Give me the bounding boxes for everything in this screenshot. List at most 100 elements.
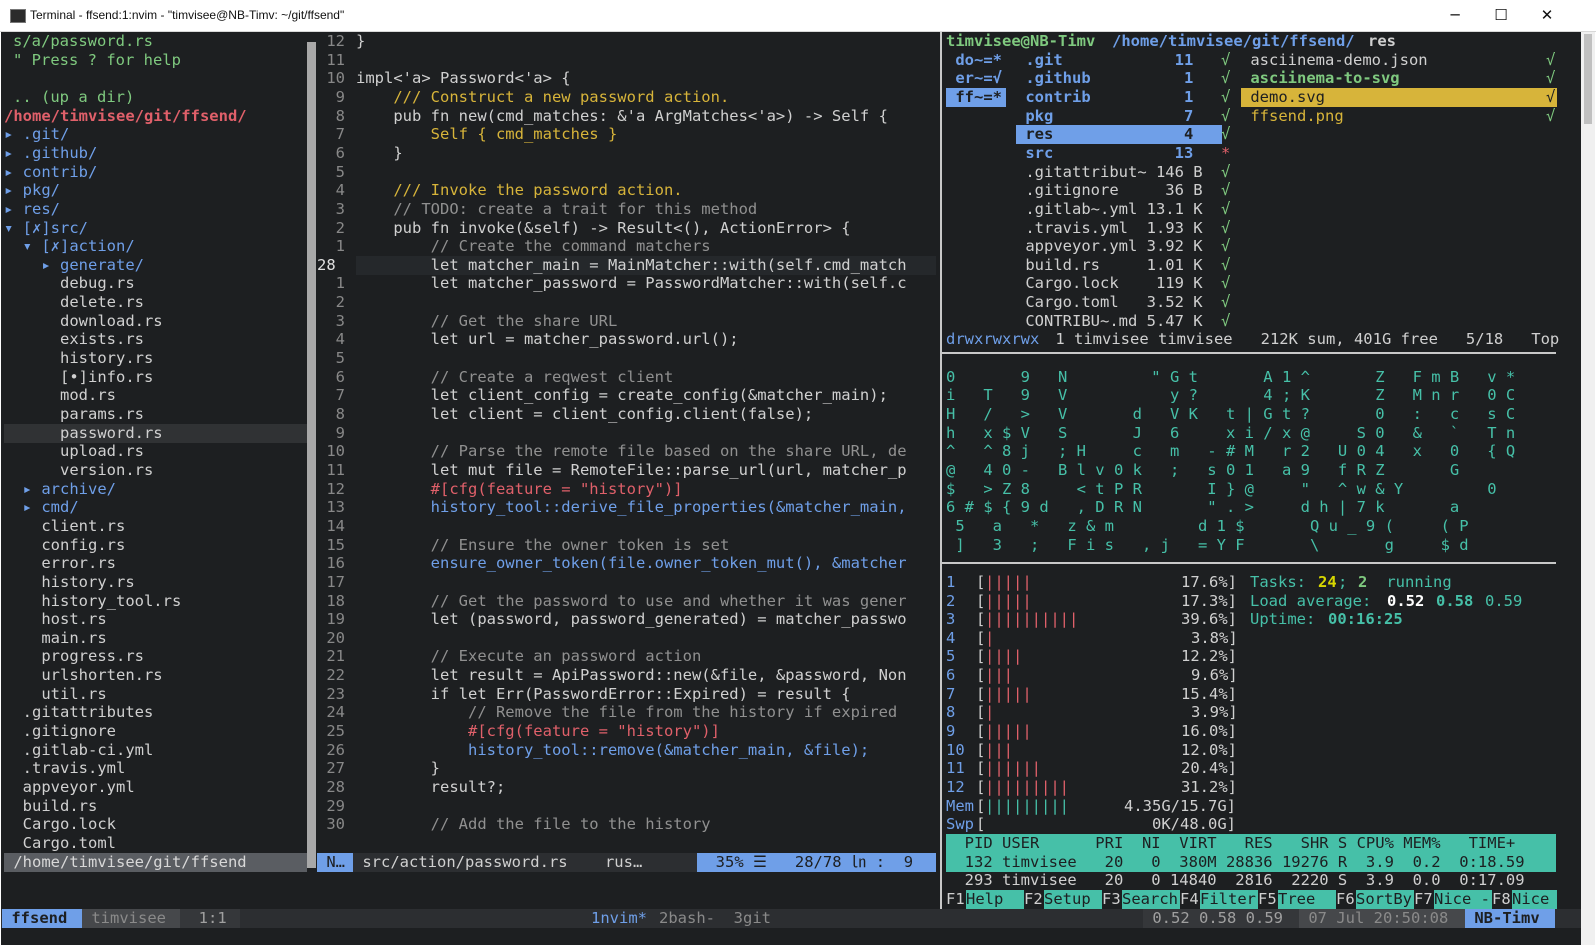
terminal-text-run: 0 9 N " G t A 1 ^ Z F m B v * xyxy=(946,367,1516,386)
terminal-text-run: F4 xyxy=(1180,889,1199,908)
terminal-text-run: 29 xyxy=(317,796,355,815)
terminal-text-run: .gitlab~.yml 13.1 K xyxy=(1016,199,1203,218)
close-button[interactable]: ✕ xyxy=(1524,0,1570,31)
terminal-text-run: Swp xyxy=(946,815,974,834)
terminal-text-run: 28 xyxy=(317,255,355,274)
terminal-text-run: 3 xyxy=(317,199,355,218)
terminal-text-run: let result = ApiPassword::new(&file, &pa… xyxy=(356,666,907,685)
terminal-text-run: ; xyxy=(1338,572,1357,591)
terminal-text-run: pub fn invoke(&self) -> Result<(), Actio… xyxy=(356,218,851,237)
terminal-text-run: Filter xyxy=(1200,889,1258,909)
terminal-text-run: 0.59 xyxy=(1485,591,1523,610)
terminal-text-run: ||| xyxy=(985,666,1013,685)
terminal-text-run: Nice + xyxy=(1512,889,1557,909)
terminal-text-run: |||| xyxy=(985,647,1023,666)
terminal-text-run: // Get the password to use and whether i… xyxy=(356,591,907,610)
terminal-text-run: F6 xyxy=(1336,889,1355,908)
terminal-text-run: build.rs 1.01 K xyxy=(1016,255,1203,274)
terminal-text-run: 8 xyxy=(317,106,355,125)
terminal-text-run: ▸ cmd/ xyxy=(4,498,79,517)
terminal-text-run: 0K/48.0G] xyxy=(1152,815,1236,834)
maximize-button[interactable]: ☐ xyxy=(1478,0,1524,31)
terminal-text-run: H / > V d V K t | G t ? 0 : c s C xyxy=(946,405,1516,423)
terminal-text-run: impl<'a> Password<'a> { xyxy=(356,69,571,88)
terminal-text-run: #[cfg(feature = "history")] xyxy=(356,722,720,741)
terminal-text-run: debug.rs xyxy=(4,274,135,293)
terminal-text-run: ||||| xyxy=(985,722,1032,741)
terminal-text-run: version.rs xyxy=(4,460,154,479)
terminal-text-run: [ xyxy=(976,647,986,666)
terminal-text-run: √ xyxy=(1221,311,1231,330)
terminal-text-run: let client_config = create_config(&match… xyxy=(356,386,888,405)
terminal-text-run: " Press ? for help xyxy=(13,50,181,69)
terminal-text-run: 16 xyxy=(317,554,355,573)
terminal-text-run: [•]info.rs xyxy=(4,367,154,386)
terminal-text-run: .travis.yml 1.93 K xyxy=(1016,218,1203,237)
terminal-text-run: 9 xyxy=(946,722,956,741)
terminal-text-run: .gitlab-ci.yml xyxy=(4,740,154,759)
terminal-text-run: 10 xyxy=(317,442,355,461)
terminal-text-run: Nice - xyxy=(1434,889,1492,909)
terminal-text-run: 07 Jul 20:50:08 xyxy=(1299,908,1465,928)
terminal-text-run: demo.svg xyxy=(1241,87,1557,107)
terminal-text-run: [ xyxy=(976,759,986,778)
terminal-text-run: /// Invoke the password action. xyxy=(356,181,683,200)
terminal-text-run: Cargo.toml 3.52 K xyxy=(1016,293,1203,312)
terminal-text-run: 24 xyxy=(1318,572,1337,591)
terminal-text-run: upload.rs xyxy=(4,442,144,461)
terminal-text-run: ▸ pkg/ xyxy=(4,181,60,200)
terminal-text-run: 5 xyxy=(317,349,355,368)
terminal-text-run: √ xyxy=(1221,274,1231,293)
terminal-text-run: 6 xyxy=(317,367,355,386)
terminal-text-run: 23 xyxy=(317,684,355,703)
terminal-text-run: 2 xyxy=(317,293,355,312)
terminal-text-run: | xyxy=(985,628,995,647)
terminal-text-run: √ xyxy=(1221,237,1231,256)
terminal-screen[interactable]: s/a/password.rs " Press ? for help .. (up … xyxy=(1,32,1595,945)
terminal-text-run: main.rs xyxy=(4,628,107,647)
terminal-text-run: res 4 xyxy=(1016,125,1222,145)
terminal-text-run: password.rs xyxy=(4,423,307,443)
terminal-text-run: ▸ contrib/ xyxy=(4,162,98,181)
terminal-text-run: [ xyxy=(976,610,986,629)
terminal-text-run: mod.rs xyxy=(4,386,116,405)
terminal-text-run: 2 xyxy=(1358,572,1368,591)
terminal-text-run: ▸ .git/ xyxy=(4,125,70,144)
terminal-text-run: |||||| xyxy=(985,759,1041,778)
terminal-text-run: .gitattributes xyxy=(4,703,154,722)
tmux-pane-divider xyxy=(940,32,942,925)
terminal-text-run: 30 xyxy=(317,815,355,834)
terminal-text-run: F3 xyxy=(1102,889,1121,908)
terminal-text-run: /// Construct a new password action. xyxy=(356,87,730,106)
terminal-text-run: contrib 1 xyxy=(1016,87,1203,106)
terminal-text-run: } xyxy=(356,32,366,50)
terminal-scrollbar-thumb[interactable] xyxy=(1584,34,1592,124)
terminal-text-run: 10 xyxy=(317,69,355,88)
terminal-text-run: 16.0%] xyxy=(1181,722,1237,741)
terminal-text-run: 0.58 xyxy=(1436,591,1474,610)
terminal-text-run: config.rs xyxy=(4,535,126,554)
terminal-text-run: NB-Timv xyxy=(1465,908,1555,928)
minimize-button[interactable]: ─ xyxy=(1432,0,1478,31)
nerdtree-scrollbar[interactable] xyxy=(307,42,316,868)
terminal-scrollbar[interactable] xyxy=(1581,32,1595,945)
terminal-text-run: er~=√ xyxy=(946,69,1002,88)
terminal-text-run: 7 xyxy=(317,386,355,405)
terminal-text-run: 26 xyxy=(317,740,355,759)
terminal-text-run: 28 xyxy=(317,778,355,796)
terminal-text-run: // Execute an password action xyxy=(356,647,702,666)
terminal-text-run: | xyxy=(985,703,995,722)
terminal-text-run: 35% ☰ 28/78 ㏑ : 9 xyxy=(697,852,936,872)
terminal-text-run: ||||||||| xyxy=(985,796,1069,815)
terminal-text-run: build.rs xyxy=(4,796,98,815)
terminal-text-run: @ 4 0 - B l v 0 k ; s 0 1 a 9 f R Z G xyxy=(946,460,1460,479)
terminal-text-run: 1 xyxy=(317,237,355,256)
terminal-text-run: F1 xyxy=(946,889,965,908)
terminal-text-run: 2 xyxy=(946,591,956,610)
terminal-text-run: i T 9 V y ? 4 ; K Z M n r 0 C xyxy=(946,386,1516,405)
terminal-text-run: } xyxy=(356,143,403,162)
terminal-text-run: h x $ V S J 6 x i / x @ S 0 & ` T n xyxy=(946,423,1516,442)
terminal-text-run: ||||| xyxy=(985,591,1032,610)
terminal-text-run: 5 a * z & m d 1 $ Q u _ 9 ( ( P xyxy=(946,516,1469,535)
terminal-text-run: result?; xyxy=(356,778,506,796)
